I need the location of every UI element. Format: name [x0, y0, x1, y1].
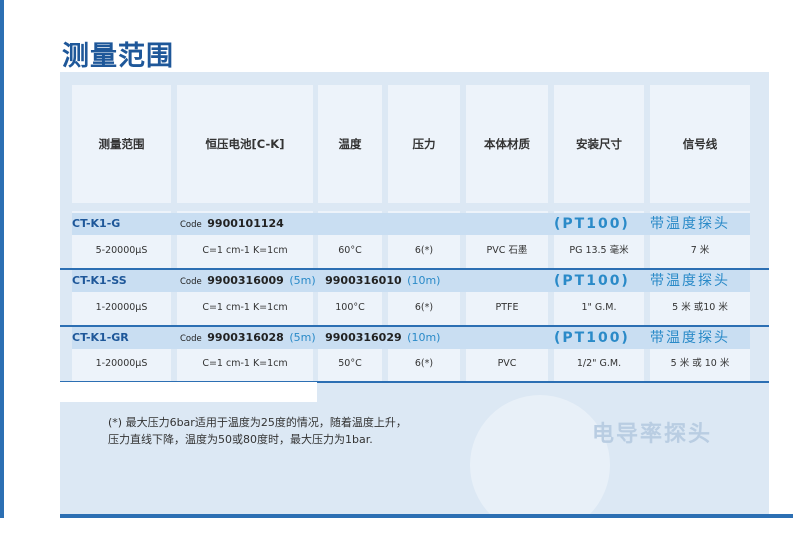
- probe-label: 带温度探头: [650, 216, 730, 232]
- code-label: Code: [180, 277, 202, 287]
- model-name: CT-K1-GR: [72, 331, 129, 344]
- model-name: CT-K1-SS: [72, 274, 127, 287]
- code-label: Code: [180, 334, 202, 344]
- header-material: 本体材质: [466, 85, 548, 203]
- value-temperature: 60°C: [338, 245, 362, 256]
- watermark-text: 电导率探头: [592, 422, 713, 447]
- header-mount-size: 安装尺寸: [554, 85, 644, 203]
- value-temperature: 50°C: [338, 358, 362, 369]
- code-number: 9900101124: [207, 217, 284, 230]
- value-mount-size: 1/2" G.M.: [576, 358, 622, 369]
- cable-length: (5m): [289, 331, 316, 344]
- value-pressure: 6(*): [414, 302, 434, 313]
- probe-label: 带温度探头: [650, 273, 730, 289]
- value-pressure: 6(*): [414, 245, 434, 256]
- header-pressure: 压力: [388, 85, 460, 203]
- panel-notch: [60, 382, 317, 402]
- bottom-accent-bar: [60, 514, 793, 518]
- order-code: Code 9900316028 (5m) 9900316029 (10m): [180, 327, 440, 349]
- cable-length: (10m): [407, 331, 441, 344]
- header-range: 测量范围: [72, 85, 171, 203]
- header-cell-constant: 恒压电池[C-K]: [177, 85, 313, 203]
- value-signal-cable: 5 米 或10 米: [672, 302, 728, 313]
- cable-length: (10m): [407, 274, 441, 287]
- value-cell-constant: C=1 cm-1 K=1cm: [202, 358, 288, 369]
- code-number: 9900316028: [207, 331, 284, 344]
- pt100-label: (PT100): [554, 216, 630, 232]
- probe-label: 带温度探头: [650, 330, 730, 346]
- code-row-highlight: [72, 213, 750, 235]
- code-number: 9900316009: [207, 274, 284, 287]
- code-number: 9900316010: [325, 274, 402, 287]
- value-range: 1-20000µS: [95, 302, 148, 313]
- page-title: 测量范围: [62, 41, 174, 72]
- value-range: 1-20000µS: [95, 358, 148, 369]
- value-cell-constant: C=1 cm-1 K=1cm: [202, 245, 288, 256]
- value-signal-cable: 7 米: [690, 245, 710, 256]
- footnote-text: (*) 最大压力6bar适用于温度为25度的情况，随着温度上升，压力直线下降，温…: [108, 416, 407, 446]
- model-name: CT-K1-G: [72, 217, 121, 230]
- pt100-label: (PT100): [554, 330, 630, 346]
- header-signal-cable: 信号线: [650, 85, 750, 203]
- value-mount-size: 1" G.M.: [581, 302, 617, 313]
- value-temperature: 100°C: [335, 302, 365, 313]
- value-mount-size: PG 13.5 毫米: [569, 245, 629, 256]
- left-accent-bar: [0, 0, 4, 518]
- code-number: 9900316029: [325, 331, 402, 344]
- value-pressure: 6(*): [414, 358, 434, 369]
- value-signal-cable: 5 米 或 10 米: [670, 358, 730, 369]
- value-material: PVC: [497, 358, 517, 369]
- value-cell-constant: C=1 cm-1 K=1cm: [202, 302, 288, 313]
- value-range: 5-20000µS: [95, 245, 148, 256]
- order-code: Code 9900316009 (5m) 9900316010 (10m): [180, 270, 440, 292]
- value-material: PVC 石墨: [486, 245, 528, 256]
- cable-length: (5m): [289, 274, 316, 287]
- header-temperature: 温度: [318, 85, 382, 203]
- code-label: Code: [180, 220, 202, 230]
- value-material: PTFE: [495, 302, 519, 313]
- right-margin: [769, 72, 793, 516]
- pt100-label: (PT100): [554, 273, 630, 289]
- order-code: Code 9900101124: [180, 213, 284, 235]
